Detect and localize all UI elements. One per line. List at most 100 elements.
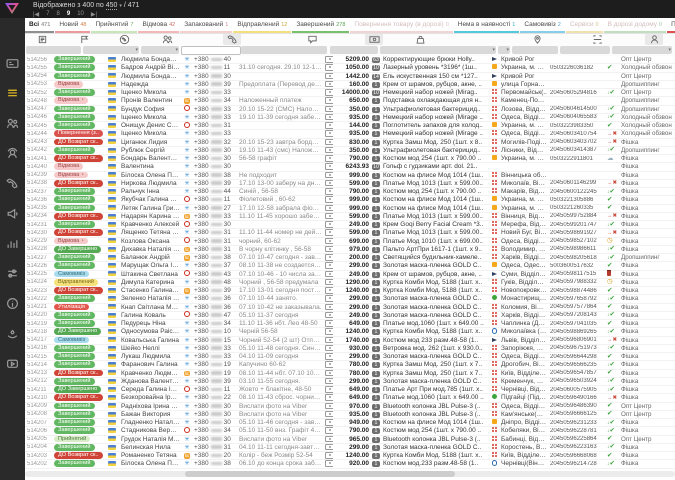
client-phone[interactable]: +38033 [192,89,237,96]
table-row[interactable]: 514213ДО Возврат ск..Кравченко Людмилаli… [25,370,675,378]
tab-11[interactable]: В дорозі додому0 [604,18,666,33]
tracking-number[interactable]: 20450596806901 [548,337,605,343]
table-row[interactable]: 514235ЗавершенийЛетяк Галина Григо..✳+38… [25,205,675,213]
phone-column-icon[interactable] [223,33,241,45]
client-phone[interactable]: +38030 [192,163,237,170]
order-id[interactable]: 514224 [25,279,52,285]
order-id[interactable]: 514242 [25,147,52,153]
order-id[interactable]: 514239 [25,172,52,178]
table-row[interactable]: 514236ЗавершенийЯкубчак Галина Ром..+380… [25,196,675,204]
table-row[interactable]: 514212ЗавершенийЖданова Валентина✳+38039… [25,378,675,386]
client-phone[interactable]: +38048 [192,279,237,286]
tracking-number[interactable]: 0503221305886 [548,197,605,203]
table-row[interactable]: 514223ДО Возврат ск..Стасенко Галина Ви.… [25,287,675,295]
client-phone[interactable]: +38019 [192,361,237,368]
tracking-number[interactable]: 20450598869265 [548,329,605,335]
filter-input-6[interactable]: ▾ [380,46,496,54]
client-phone[interactable]: +38020 [192,452,237,459]
table-row[interactable]: 514207ЗавершенийГладненко Наталья ..✳+38… [25,419,675,427]
client-phone[interactable]: +38030 [192,403,237,410]
table-row[interactable]: 514252ЗавершенийІщенко Микола✳+380331400… [25,89,675,97]
client-phone[interactable]: +38032 [192,139,237,146]
order-id[interactable]: 514238 [25,180,52,186]
table-row[interactable]: 514206ЗавершенийСтадникова Вера В..+3803… [25,427,675,435]
tracking-number[interactable]: 20450598691927 [548,230,605,236]
first-page-button[interactable]: |◀ [33,11,39,18]
table-row[interactable]: 514218ДО ЗавершеноОдносумова Раіса І..✳+… [25,328,675,336]
order-id[interactable]: 514206 [25,428,52,434]
client-phone[interactable]: +38034 [192,320,237,327]
order-id[interactable]: 514216 [25,345,52,351]
table-row[interactable]: 514202ЗавершенийБілоска Олена Петр..✳+38… [25,460,675,468]
tracking-number[interactable]: 20450598205618 [548,255,605,261]
client-phone[interactable]: +38036 [192,304,237,311]
tracking-number[interactable]: 20450598117515 [548,271,605,277]
tracking-number[interactable]: 0503222911801 [548,156,605,162]
client-phone[interactable]: +38033 [192,130,237,137]
horizontal-scrollbar-thumb[interactable] [185,471,455,477]
table-row[interactable]: 514209ЗавершенийРадніхова Ірина Ми..✳+38… [25,403,675,411]
tracking-number[interactable]: 20450598986611 [548,246,605,252]
table-row[interactable]: 514215ЗавершенийЛукаш Людмила✳+3803304.1… [25,353,675,361]
table-row[interactable]: 514228ДО ЗавершеноДихавка Наталія Си..li… [25,246,675,254]
table-row[interactable]: 514246ЗавершенийІщенко Микола✳+3803319.1… [25,114,675,122]
table-row[interactable]: 514230ДО Возврат ск..Лященко Тетяна Іва.… [25,229,675,237]
filter-input-1[interactable]: ▾ [83,46,139,54]
status-column-icon[interactable] [75,33,93,45]
client-phone[interactable]: +38033 [192,353,237,360]
filter-input-2[interactable]: ▾ [141,46,179,54]
order-id[interactable]: 514203 [25,453,52,459]
table-row[interactable]: 514248Відмова ◔Пронів Валентинlic+38034Н… [25,97,675,105]
order-id[interactable]: 514246 [25,114,52,120]
order-id[interactable]: 514214 [25,362,52,368]
client-phone[interactable]: +38015 [192,337,237,344]
filter-input-4[interactable] [241,46,327,54]
client-phone[interactable]: +38030 [192,411,237,418]
client-phone[interactable]: +38034 [192,427,237,434]
order-id[interactable]: 514254 [25,73,52,79]
order-id-column-icon[interactable] [33,33,51,45]
table-row[interactable]: 514226ЗавершенийМарущак Ольга Іва..✳+380… [25,262,675,270]
order-id[interactable]: 514237 [25,189,52,195]
tracking-number[interactable]: 20450600122245 [548,189,605,195]
order-id[interactable]: 514223 [25,288,52,294]
table-row[interactable]: 514241ДО Возврат ск..Бондарь Валентина..… [25,155,675,163]
tracking-number[interactable]: 20450599752884 [548,213,605,219]
ttn-column-icon[interactable] [588,33,606,45]
order-id[interactable]: 514208 [25,411,52,417]
table-row[interactable]: 514239Відмова ◔Білоска Олена Петр..✳+380… [25,172,675,180]
client-phone[interactable]: +38044 [192,188,237,195]
table-row[interactable]: 514225СамовивізШтакина Светлана+3804307.… [25,271,675,279]
order-id[interactable]: 514226 [25,263,52,269]
tab-2[interactable]: Прийнятий7 [91,18,137,33]
manager-column-icon[interactable] [645,33,663,45]
sidebar-item-orders-list[interactable] [0,82,25,104]
order-id[interactable]: 514243 [25,139,52,145]
tracking-number[interactable]: 20450605294816 [548,90,605,96]
table-row[interactable]: 514203ДО Возврат ск..Романенко Тетянаlic… [25,452,675,460]
client-column-icon[interactable] [158,33,176,45]
table-row[interactable]: 514244Повернення (з..Іщенко Микола✳+3803… [25,130,675,138]
tracking-number[interactable]: 20450596644298 [548,354,605,360]
tab-7[interactable]: Повернення товару (в дорозі)0 [350,18,452,33]
tracking-number[interactable]: 20450596486390 [548,403,605,409]
client-phone[interactable]: +38040 [192,56,237,63]
tab-5[interactable]: Відправлений12 [233,18,291,33]
client-phone[interactable]: +38039 [192,180,237,187]
tab-6[interactable]: Завершений278 [292,18,349,33]
table-row[interactable]: 514221УтилізаціяКнап Світлана Миха..✳+38… [25,304,675,312]
product-column-icon[interactable] [411,33,429,45]
order-id[interactable]: 514236 [25,197,52,203]
sidebar-item-clients[interactable] [0,112,25,134]
page-number-10[interactable]: 10 [77,11,84,17]
table-row[interactable]: 514247ЗавершенийБундук София+3803320.10 … [25,106,675,114]
table-row[interactable]: 514211ДО ЗавершеноСереда Галина Івані..+… [25,386,675,394]
order-id[interactable]: 514217 [25,337,52,343]
tracking-number[interactable]: 20450599201747 [548,222,605,228]
tracking-number[interactable]: 5003600517632 [548,263,605,269]
table-row[interactable]: 514220ЗавершенийГалина Коваль+3804705.10… [25,312,675,320]
last-page-button[interactable]: ▶| [91,11,97,18]
tracking-number[interactable]: 20450596751973 [548,345,605,351]
filter-input-10[interactable]: ▾ [612,46,672,54]
horizontal-scrollbar[interactable] [25,471,675,477]
